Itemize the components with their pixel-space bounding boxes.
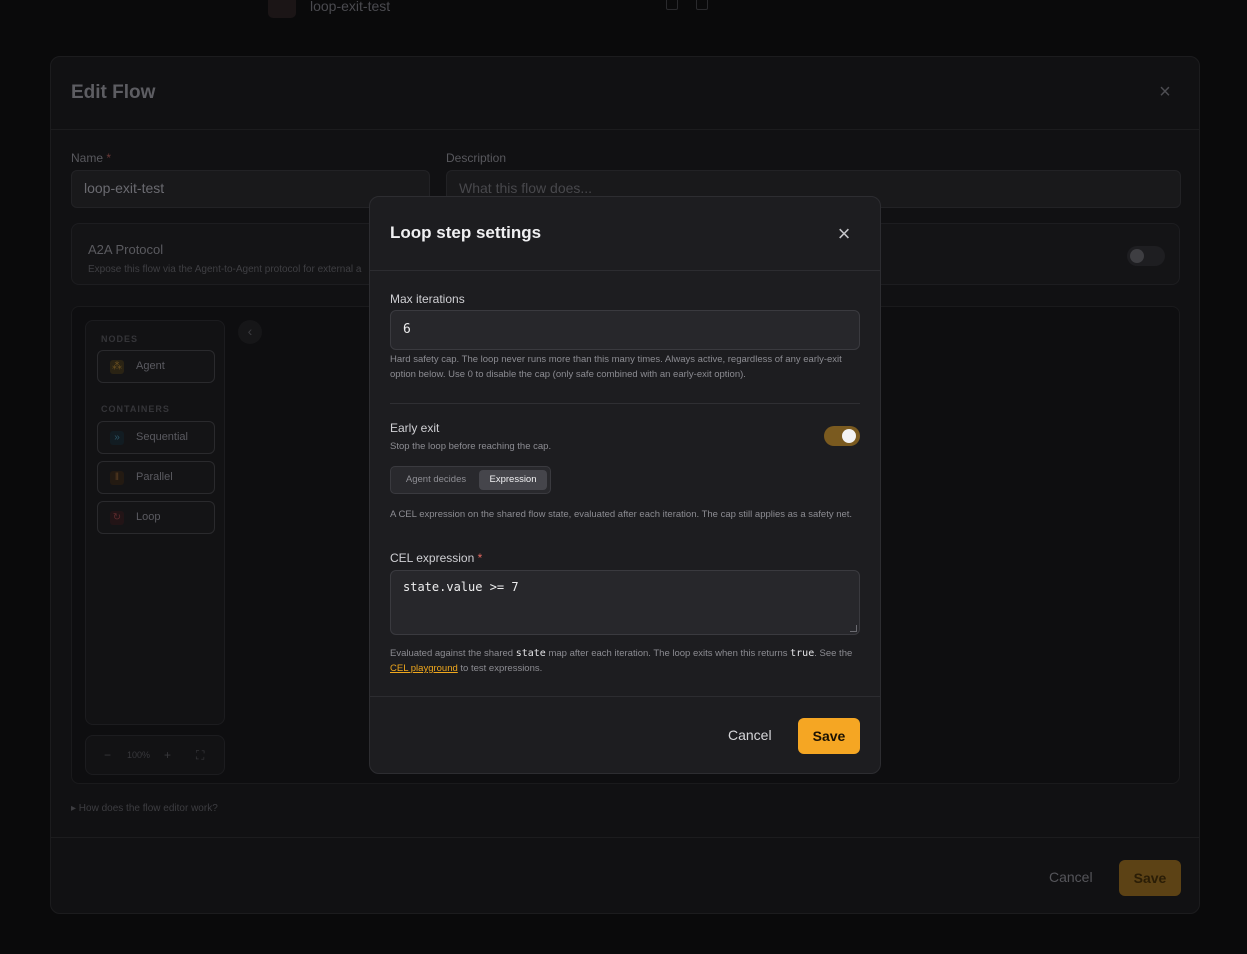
expression-help: A CEL expression on the shared flow stat… (390, 509, 853, 520)
loop-settings-header: Loop step settings × (370, 197, 880, 271)
palette-item-label: Parallel (136, 471, 173, 483)
cel-expression-input[interactable]: state.value >= 7 (390, 570, 860, 635)
required-mark: * (477, 551, 483, 565)
parallel-icon: ‖ (110, 471, 124, 485)
close-icon[interactable]: × (1157, 82, 1173, 102)
flow-avatar (268, 0, 296, 18)
save-button[interactable]: Save (798, 718, 860, 754)
zoom-in-button[interactable]: + (164, 748, 171, 762)
flow-editor-help-link[interactable]: ▸ How does the flow editor work? (71, 803, 218, 814)
cel-help-code-state: state (515, 648, 546, 659)
nodes-heading: NODES (101, 334, 139, 344)
containers-heading: CONTAINERS (101, 404, 170, 414)
edit-flow-header: Edit Flow × (51, 57, 1199, 130)
edit-flow-save-button[interactable]: Save (1119, 860, 1181, 896)
required-mark: * (106, 151, 112, 165)
copy-icon (666, 0, 678, 10)
max-iterations-label: Max iterations (390, 292, 465, 306)
palette-item-label: Sequential (136, 431, 188, 443)
a2a-description: Expose this flow via the Agent-to-Agent … (88, 264, 362, 275)
chevron-left-icon[interactable]: ‹ (238, 320, 262, 344)
cel-help-text: map after each iteration. The loop exits… (545, 648, 791, 659)
zoom-out-button[interactable]: − (104, 748, 111, 762)
early-exit-toggle[interactable] (824, 426, 860, 446)
node-palette: NODES ⁂ Agent CONTAINERS » Sequential ‖ … (85, 320, 225, 725)
loop-settings-footer: Cancel Save (370, 696, 880, 774)
edit-flow-footer: Cancel Save (51, 837, 1199, 914)
cel-expression-value: state.value >= 7 (403, 580, 519, 594)
exit-mode-selector: Agent decides Expression (390, 466, 551, 494)
cel-help-text: . See the (814, 648, 853, 659)
name-label-text: Name (71, 151, 104, 165)
loop-icon: ↻ (110, 511, 124, 525)
agent-icon: ⁂ (110, 360, 124, 374)
palette-item-sequential[interactable]: » Sequential (97, 421, 215, 454)
cel-label-text: CEL expression (390, 551, 475, 565)
mode-agent-decides[interactable]: Agent decides (396, 470, 476, 490)
cel-help-text: to test expressions. (457, 663, 543, 674)
edit-flow-cancel-button[interactable]: Cancel (1049, 869, 1093, 885)
delete-icon (696, 0, 708, 10)
palette-item-label: Loop (136, 511, 161, 523)
edit-flow-title: Edit Flow (71, 82, 156, 103)
cel-expression-label: CEL expression * (390, 551, 482, 565)
a2a-title: A2A Protocol (88, 242, 164, 257)
resize-handle-icon[interactable] (850, 625, 857, 632)
cel-help-text: Evaluated against the shared (390, 648, 516, 659)
cel-playground-link[interactable]: CEL playground (390, 663, 458, 674)
max-iterations-help: Hard safety cap. The loop never runs mor… (390, 354, 842, 380)
palette-item-loop[interactable]: ↻ Loop (97, 501, 215, 534)
palette-item-label: Agent (136, 360, 165, 372)
description-label: Description (446, 151, 507, 165)
max-iterations-input[interactable]: 6 (390, 310, 860, 350)
close-icon[interactable]: × (834, 223, 854, 245)
mode-expression[interactable]: Expression (479, 470, 547, 490)
loop-settings-dialog: Loop step settings × Max iterations 6 Ha… (369, 196, 881, 774)
zoom-level: 100% (127, 750, 151, 760)
palette-item-parallel[interactable]: ‖ Parallel (97, 461, 215, 494)
a2a-toggle[interactable] (1127, 246, 1165, 266)
cancel-button[interactable]: Cancel (728, 727, 772, 743)
palette-item-agent[interactable]: ⁂ Agent (97, 350, 215, 383)
early-exit-help: Stop the loop before reaching the cap. (390, 441, 552, 452)
cel-help: Evaluated against the shared state map a… (390, 646, 860, 676)
fit-view-icon[interactable]: ⛶ (196, 748, 204, 763)
divider (390, 403, 860, 404)
early-exit-label: Early exit (390, 421, 440, 435)
sequential-icon: » (110, 431, 124, 445)
name-label: Name * (71, 151, 111, 165)
dialog-title: Loop step settings (390, 223, 542, 242)
zoom-controls: − 100% + ⛶ (85, 735, 225, 775)
cel-help-code-true: true (790, 648, 815, 659)
background-flow-row: loop-exit-test (0, 0, 1247, 40)
background-flow-title: loop-exit-test (310, 0, 391, 14)
